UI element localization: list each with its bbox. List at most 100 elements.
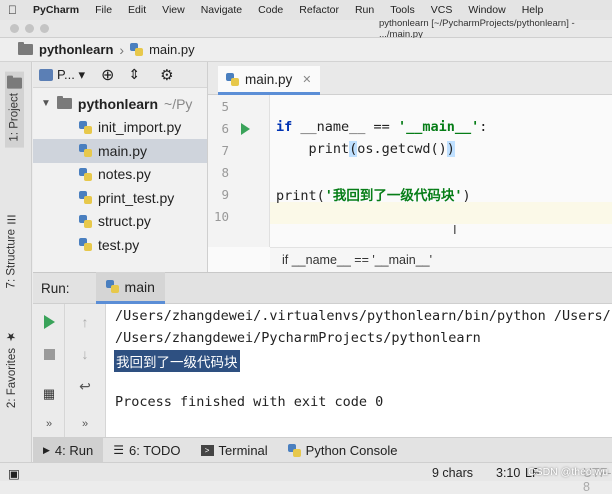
tree-file[interactable]: notes.py <box>33 163 207 187</box>
menu-file[interactable]: File <box>95 4 112 16</box>
line-number: 9 <box>221 187 229 202</box>
menu-tools[interactable]: Tools <box>390 4 415 16</box>
tree-root[interactable]: ▼ pythonlearn ~/Py <box>33 92 207 116</box>
menu-run[interactable]: Run <box>355 4 374 16</box>
tree-file-label: print_test.py <box>98 189 175 206</box>
code-line-9[interactable]: print('我回到了一级代码块') <box>276 184 471 204</box>
code-token: ) <box>462 188 471 204</box>
console-line: Process finished with exit code 0 <box>115 394 384 410</box>
collapse-all-icon[interactable]: ⇕ <box>128 66 140 83</box>
status-caret-position[interactable]: 3:10 <box>496 466 520 480</box>
tree-file[interactable]: init_import.py <box>33 116 207 140</box>
scroll-down-button[interactable]: ↓ <box>77 346 93 362</box>
tool-tab-structure-label: 7: Structure <box>5 229 18 289</box>
tool-tab-project[interactable]: 1: Project <box>5 72 24 148</box>
project-panel: P... ▾ ⊕ ⇕ ⚙ ▼ pythonlearn ~/Py init_imp… <box>33 62 208 272</box>
current-line-highlight <box>270 202 612 224</box>
python-file-icon <box>105 280 119 293</box>
bottom-tab-todo[interactable]: ☰ 6: TODO <box>103 438 190 463</box>
window-title-bar: pythonlearn [~/PycharmProjects/pythonlea… <box>0 17 612 40</box>
project-view-label: P... <box>57 66 75 82</box>
menu-navigate[interactable]: Navigate <box>201 4 242 16</box>
menu-code[interactable]: Code <box>258 4 283 16</box>
wrap-icon: ↩ <box>79 377 91 394</box>
editor-pane: main.py ✕ 5 6 7 8 9 10 if __name__ == '_… <box>208 62 612 272</box>
menu-refactor[interactable]: Refactor <box>299 4 339 16</box>
python-file-icon <box>79 167 92 181</box>
tree-file-label: test.py <box>98 236 140 253</box>
menu-vcs[interactable]: VCS <box>431 4 453 16</box>
tool-tab-favorites[interactable]: 2: Favorites ★ <box>5 330 19 408</box>
locate-file-icon[interactable]: ⊕ <box>101 65 114 85</box>
run-tab-label: main <box>124 278 155 295</box>
breadcrumb-project[interactable]: pythonlearn <box>39 42 113 57</box>
status-selection-count: 9 chars <box>432 466 473 480</box>
bottom-tab-run[interactable]: ▶ 4: Run <box>33 437 104 463</box>
menu-view[interactable]: View <box>162 4 185 16</box>
tree-file-label: struct.py <box>98 213 151 230</box>
run-panel-header: Run: main <box>33 272 612 304</box>
project-view-selector[interactable]: P... ▾ <box>57 67 85 83</box>
apple-icon[interactable]:  <box>8 3 17 17</box>
gear-icon[interactable]: ⚙ <box>160 66 173 84</box>
console-line-selected: 我回到了一级代码块 <box>114 350 240 372</box>
bottom-tab-label: 6: TODO <box>129 442 181 458</box>
scroll-up-button[interactable]: ↑ <box>77 314 93 330</box>
tree-file-selected[interactable]: main.py <box>33 139 207 163</box>
editor-breadcrumb[interactable]: if __name__ == '__main__' <box>270 247 612 272</box>
tree-file[interactable]: struct.py <box>33 210 207 234</box>
tree-file-label: main.py <box>98 142 148 159</box>
code-token: if <box>276 119 293 135</box>
code-token: ) <box>446 141 455 157</box>
expand-arrow-icon[interactable]: ▼ <box>41 98 51 109</box>
run-console[interactable]: /Users/zhangdewei/.virtualenvs/pythonlea… <box>106 304 612 437</box>
bottom-tab-terminal[interactable]: > Terminal <box>191 438 278 463</box>
event-log-icon[interactable]: ▣ <box>8 466 20 481</box>
double-chevron-right-icon: » <box>81 418 89 430</box>
breadcrumb-file[interactable]: main.py <box>149 42 195 57</box>
close-tab-icon[interactable]: ✕ <box>302 73 311 86</box>
window-title: pythonlearn [~/PycharmProjects/pythonlea… <box>379 17 575 40</box>
tree-file[interactable]: print_test.py <box>33 186 207 210</box>
play-icon: ▶ <box>43 444 50 455</box>
code-line-7[interactable]: print(os.getcwd()) <box>276 141 455 157</box>
line-number: 10 <box>213 209 229 224</box>
bottom-tab-label: Terminal <box>218 442 268 458</box>
tool-tab-structure[interactable]: 7: Structure ☰ <box>5 212 19 289</box>
menu-window[interactable]: Window <box>468 4 505 16</box>
editor-tab-label: main.py <box>245 71 293 87</box>
play-icon <box>43 315 55 329</box>
close-window-button[interactable] <box>10 24 19 33</box>
more-actions-button[interactable]: » <box>77 416 93 432</box>
code-line-6[interactable]: if __name__ == '__main__': <box>276 119 487 135</box>
chevron-right-icon: › <box>119 41 125 58</box>
run-gutter-icon[interactable] <box>241 123 250 135</box>
arrow-up-icon: ↑ <box>81 314 89 330</box>
more-actions-button[interactable]: » <box>41 416 57 432</box>
navigation-bar: pythonlearn › main.py <box>0 38 612 62</box>
bottom-tool-tabs: ▶ 4: Run ☰ 6: TODO > Terminal Python Con… <box>33 437 612 463</box>
run-toolbar-secondary: ↑ ↓ ↩ » <box>66 304 106 437</box>
stop-button[interactable] <box>41 346 57 362</box>
tree-file-label: notes.py <box>98 166 151 183</box>
editor-tab-main-py[interactable]: main.py ✕ <box>218 66 320 95</box>
menu-edit[interactable]: Edit <box>128 4 146 16</box>
python-file-icon <box>79 238 92 252</box>
code-token: os.getcwd() <box>357 141 447 157</box>
rerun-button[interactable] <box>41 314 57 330</box>
editor-tab-bar: main.py ✕ <box>208 62 612 95</box>
maximize-window-button[interactable] <box>40 24 49 33</box>
python-file-icon <box>226 72 239 86</box>
menu-help[interactable]: Help <box>522 4 544 16</box>
text-cursor-icon: I <box>453 222 457 237</box>
star-icon: ★ <box>6 330 18 344</box>
window-controls <box>10 24 49 33</box>
minimize-window-button[interactable] <box>25 24 34 33</box>
run-tab-main[interactable]: main <box>95 272 165 304</box>
layout-button[interactable]: ▦ <box>41 386 57 402</box>
bottom-tab-python-console[interactable]: Python Console <box>278 438 408 463</box>
soft-wrap-button[interactable]: ↩ <box>77 378 93 394</box>
menu-app-name[interactable]: PyCharm <box>33 4 79 16</box>
tree-file[interactable]: test.py <box>33 233 207 257</box>
